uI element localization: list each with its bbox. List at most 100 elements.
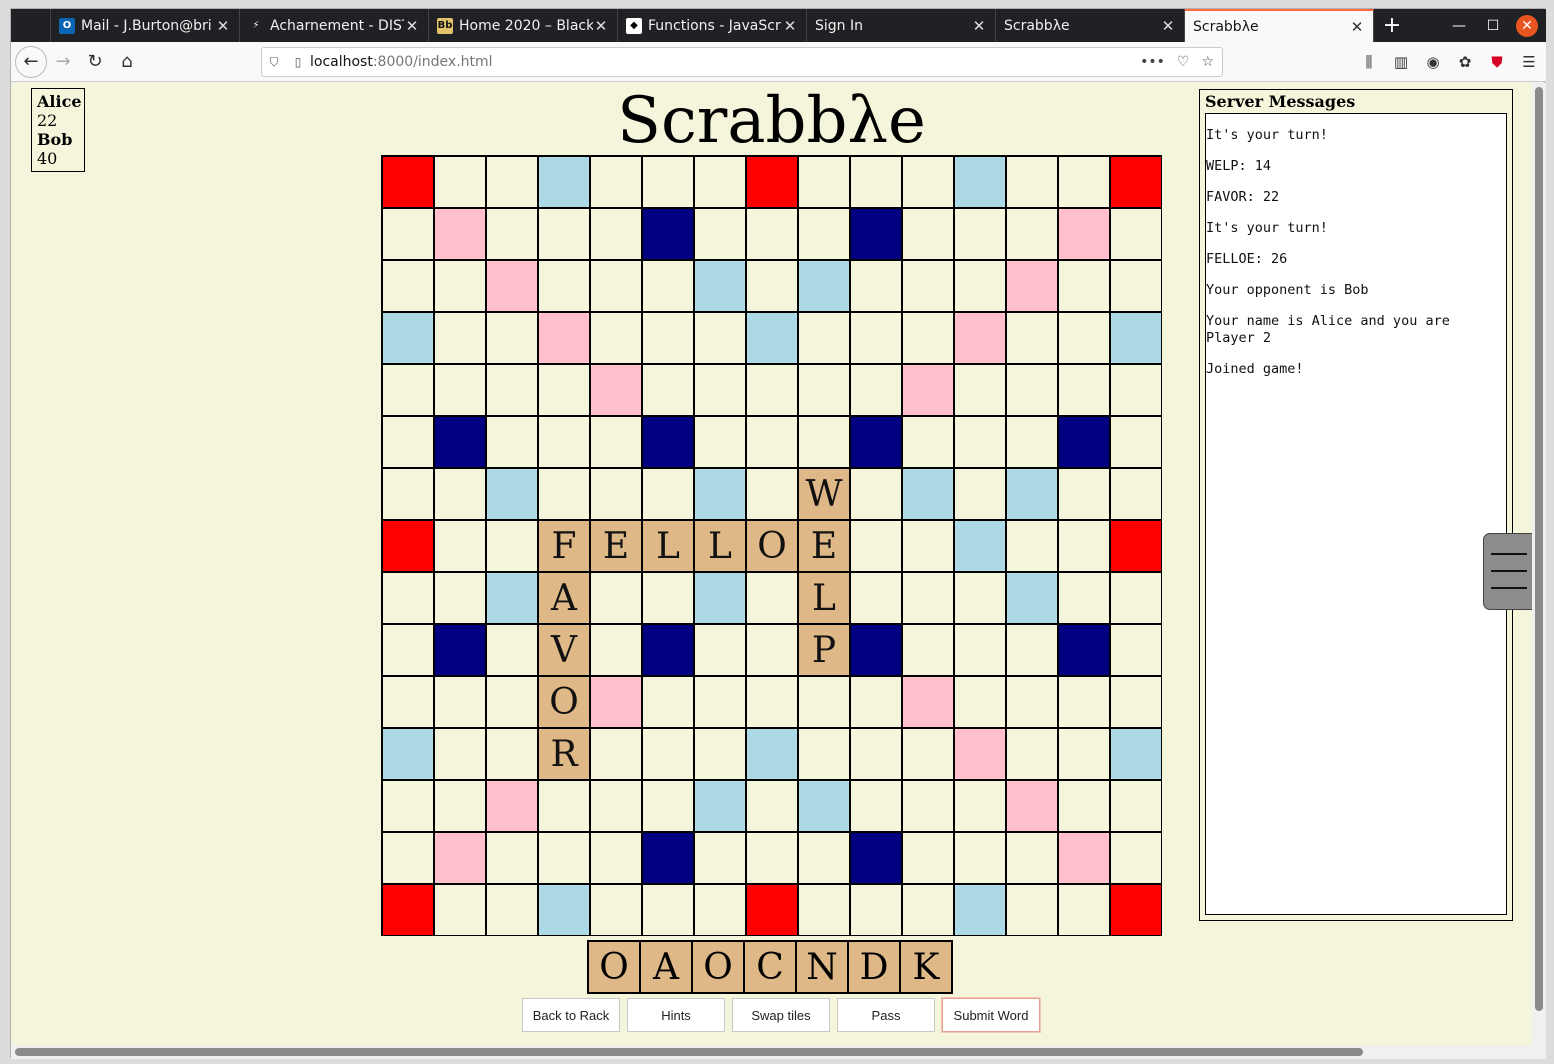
board-cell[interactable] [382, 260, 434, 312]
triple-letter-cell[interactable] [850, 208, 902, 260]
board-cell[interactable] [434, 728, 486, 780]
board-cell[interactable] [850, 676, 902, 728]
triple-letter-cell[interactable] [642, 832, 694, 884]
board-cell[interactable] [590, 416, 642, 468]
board-cell[interactable] [538, 208, 590, 260]
board-cell[interactable] [642, 676, 694, 728]
board-tile[interactable]: V [538, 624, 590, 676]
board-cell[interactable] [798, 364, 850, 416]
board-cell[interactable] [1006, 832, 1058, 884]
board-cell[interactable] [590, 572, 642, 624]
double-letter-cell[interactable] [746, 728, 798, 780]
board-cell[interactable] [434, 156, 486, 208]
board-cell[interactable] [538, 364, 590, 416]
board-cell[interactable] [1006, 416, 1058, 468]
board-cell[interactable] [746, 780, 798, 832]
scrollbar-thumb[interactable] [15, 1048, 1363, 1056]
board-cell[interactable] [850, 260, 902, 312]
triple-letter-cell[interactable] [434, 624, 486, 676]
rack-tile[interactable]: O [588, 941, 640, 993]
board-cell[interactable] [642, 260, 694, 312]
board-cell[interactable] [902, 208, 954, 260]
board-cell[interactable] [850, 312, 902, 364]
board-cell[interactable] [798, 676, 850, 728]
triple-word-cell[interactable] [1110, 156, 1162, 208]
board-cell[interactable] [850, 468, 902, 520]
sidebar-icon[interactable]: ▥ [1390, 53, 1412, 71]
double-letter-cell[interactable] [538, 884, 590, 936]
triple-word-cell[interactable] [1110, 520, 1162, 572]
double-word-cell[interactable] [954, 728, 1006, 780]
page-info-icon[interactable]: ▯ [286, 55, 310, 69]
board-cell[interactable] [434, 520, 486, 572]
tracking-shield-icon[interactable]: ⛉ [262, 55, 286, 70]
board-cell[interactable] [798, 416, 850, 468]
board-cell[interactable] [1006, 884, 1058, 936]
board-cell[interactable] [954, 364, 1006, 416]
board-cell[interactable] [434, 364, 486, 416]
board-cell[interactable] [1006, 624, 1058, 676]
close-tab-icon[interactable]: ✕ [971, 18, 987, 34]
board-cell[interactable] [850, 884, 902, 936]
board-cell[interactable] [902, 780, 954, 832]
board-cell[interactable] [642, 728, 694, 780]
board-cell[interactable] [850, 364, 902, 416]
board-cell[interactable] [538, 780, 590, 832]
board-cell[interactable] [954, 572, 1006, 624]
vertical-scrollbar[interactable] [1532, 83, 1546, 1045]
board-cell[interactable] [954, 468, 1006, 520]
triple-letter-cell[interactable] [642, 624, 694, 676]
home-icon[interactable]: ⌂ [111, 46, 143, 78]
board-cell[interactable] [694, 884, 746, 936]
board-cell[interactable] [590, 312, 642, 364]
triple-word-cell[interactable] [746, 156, 798, 208]
board-cell[interactable] [486, 728, 538, 780]
close-tab-icon[interactable]: ✕ [215, 18, 231, 34]
board-cell[interactable] [850, 520, 902, 572]
scrollbar-thumb[interactable] [1535, 87, 1543, 1011]
board-cell[interactable] [1058, 572, 1110, 624]
board-tile[interactable]: A [538, 572, 590, 624]
double-letter-cell[interactable] [486, 572, 538, 624]
double-letter-cell[interactable] [694, 468, 746, 520]
double-letter-cell[interactable] [694, 780, 746, 832]
board-cell[interactable] [590, 728, 642, 780]
double-letter-cell[interactable] [382, 728, 434, 780]
server-messages-log[interactable]: It's your turn! WELP: 14 FAVOR: 22 It's you… [1205, 113, 1507, 915]
board-tile[interactable]: F [538, 520, 590, 572]
close-tab-icon[interactable]: ✕ [782, 18, 798, 34]
tab-blackboard[interactable]: Bb Home 2020 – Black ✕ [429, 9, 618, 42]
board-cell[interactable] [486, 156, 538, 208]
board-cell[interactable] [694, 416, 746, 468]
double-word-cell[interactable] [486, 780, 538, 832]
triple-letter-cell[interactable] [642, 208, 694, 260]
board-cell[interactable] [954, 780, 1006, 832]
board-cell[interactable] [486, 520, 538, 572]
board-cell[interactable] [954, 208, 1006, 260]
board-tile[interactable]: L [642, 520, 694, 572]
double-letter-cell[interactable] [798, 260, 850, 312]
pocket-icon[interactable]: ♡ [1177, 54, 1190, 70]
double-letter-cell[interactable] [902, 468, 954, 520]
submit-word-button[interactable]: Submit Word [942, 998, 1040, 1032]
board-cell[interactable] [590, 780, 642, 832]
board-cell[interactable] [954, 260, 1006, 312]
board-cell[interactable] [486, 364, 538, 416]
board-tile[interactable]: O [746, 520, 798, 572]
board-cell[interactable] [798, 312, 850, 364]
board-cell[interactable] [434, 884, 486, 936]
board-cell[interactable] [746, 416, 798, 468]
board-cell[interactable] [434, 468, 486, 520]
double-letter-cell[interactable] [746, 312, 798, 364]
triple-word-cell[interactable] [382, 520, 434, 572]
board-cell[interactable] [642, 156, 694, 208]
tab-acharnement[interactable]: ⚡ Acharnement - DIST ✕ [240, 9, 429, 42]
triple-word-cell[interactable] [746, 884, 798, 936]
board-cell[interactable] [642, 780, 694, 832]
double-word-cell[interactable] [538, 312, 590, 364]
board-cell[interactable] [1058, 884, 1110, 936]
board-cell[interactable] [590, 884, 642, 936]
triple-letter-cell[interactable] [850, 832, 902, 884]
board-cell[interactable] [538, 468, 590, 520]
board-cell[interactable] [746, 364, 798, 416]
